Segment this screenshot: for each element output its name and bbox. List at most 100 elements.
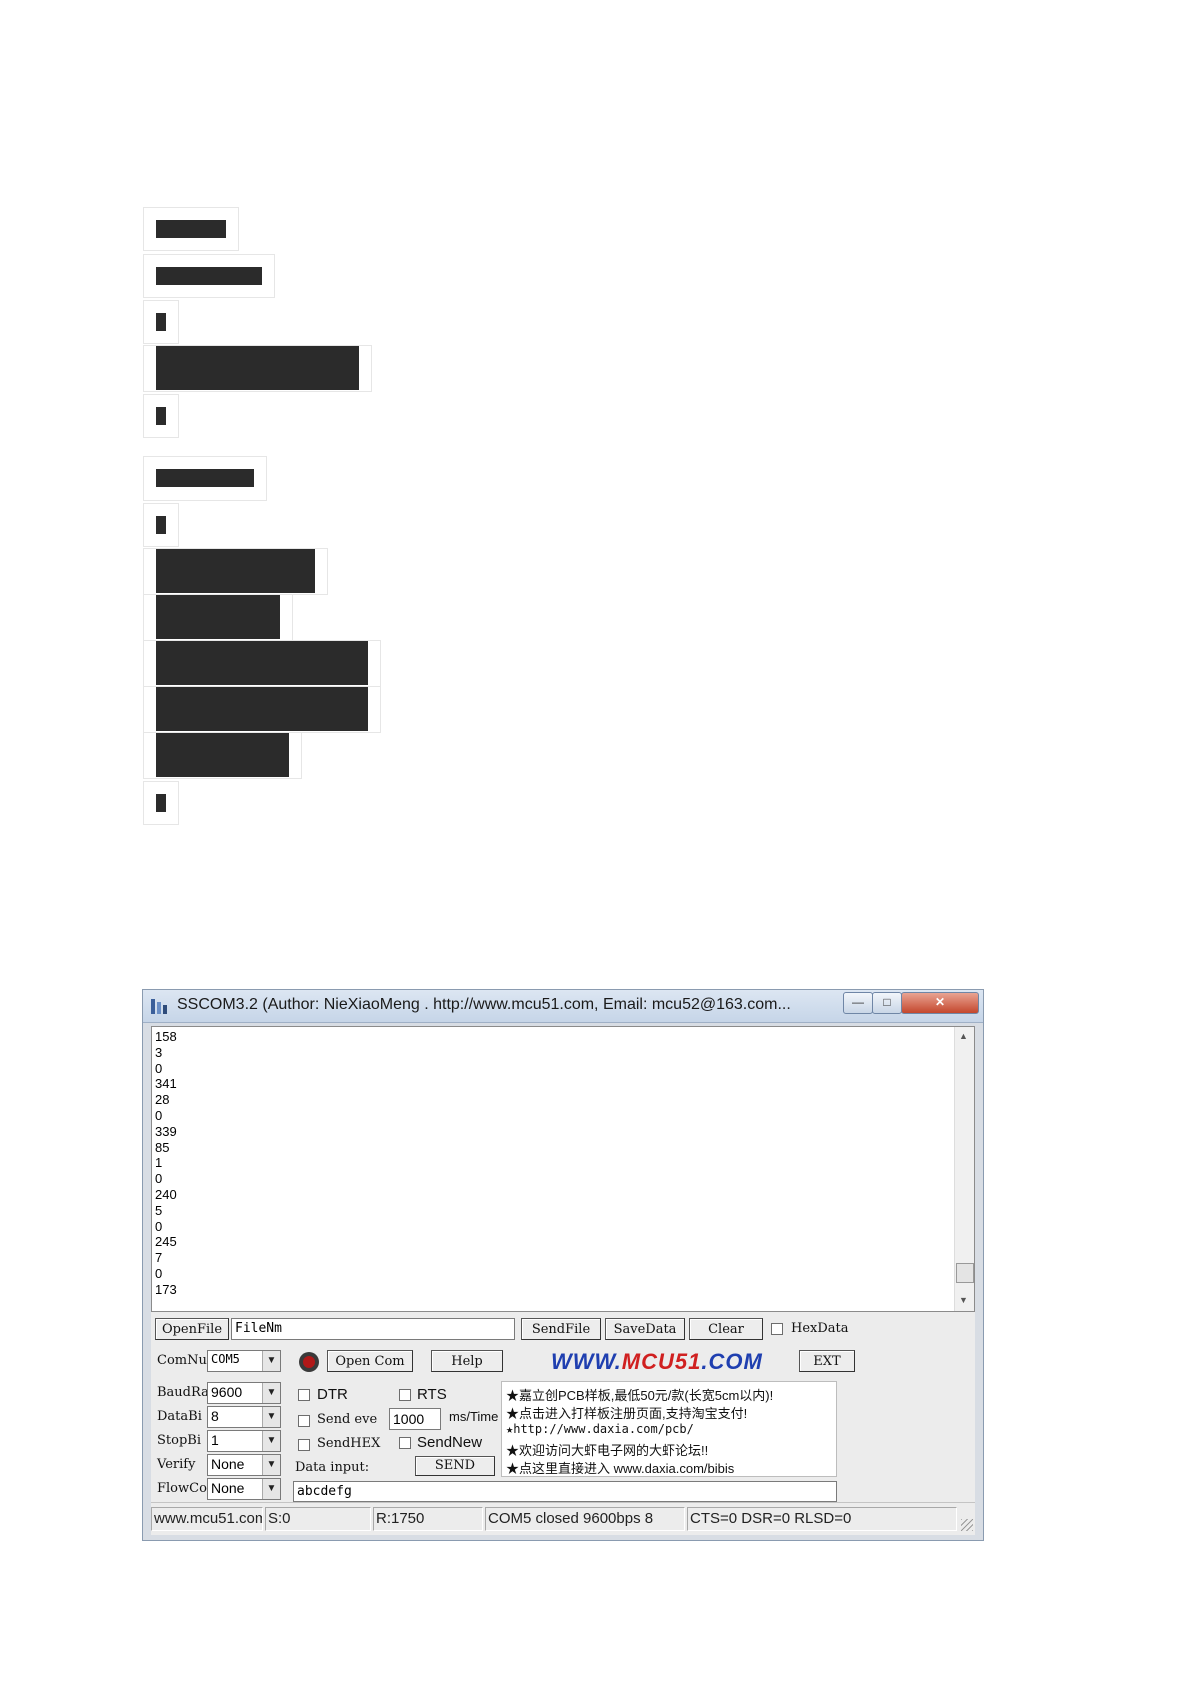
logo-prefix: WWW. — [551, 1349, 622, 1374]
chevron-down-icon[interactable]: ▼ — [262, 1479, 280, 1499]
verify-select[interactable]: None ▼ — [207, 1454, 281, 1476]
com-num-select[interactable]: COM5 ▼ — [207, 1350, 281, 1372]
redacted-line — [143, 640, 381, 687]
receive-line: 5 — [155, 1202, 163, 1218]
com-row: ComNum COM5 ▼ Open Com Help WWW.MCU51.CO… — [151, 1347, 975, 1377]
ext-button[interactable]: EXT — [799, 1350, 855, 1372]
send-every-checkbox[interactable] — [298, 1415, 310, 1427]
receive-line: 85 — [155, 1139, 170, 1155]
data-bits-label: DataBi — [157, 1409, 202, 1424]
receive-line: 0 — [155, 1218, 163, 1234]
clear-button[interactable]: Clear — [689, 1318, 763, 1340]
receive-line: 339 — [155, 1123, 177, 1139]
ad-link[interactable]: ★点这里直接进入 www.daxia.com/bibis — [506, 1458, 734, 1477]
receive-line: 1 — [155, 1155, 163, 1171]
interval-input[interactable]: 1000 — [389, 1408, 441, 1430]
com-num-value: COM5 — [211, 1352, 240, 1366]
redacted-line — [143, 781, 179, 825]
baud-rate-label: BaudRa — [157, 1385, 209, 1400]
rts-label: RTS — [417, 1386, 447, 1403]
verify-value: None — [211, 1456, 245, 1472]
chevron-down-icon[interactable]: ▼ — [262, 1431, 280, 1451]
chevron-down-icon[interactable]: ▼ — [262, 1383, 280, 1403]
send-new-label: SendNew — [417, 1434, 483, 1451]
receive-line: 0 — [155, 1171, 163, 1187]
status-port: COM5 closed 9600bps 8 — [485, 1507, 685, 1531]
open-file-button[interactable]: OpenFile — [155, 1318, 229, 1340]
sscom-window: SSCOM3.2 (Author: NieXiaoMeng . http://w… — [142, 989, 984, 1541]
flow-control-select[interactable]: None ▼ — [207, 1478, 281, 1500]
receive-line: 0 — [155, 1060, 163, 1076]
receive-line: 245 — [155, 1234, 177, 1250]
status-bar: www.mcu51.com S:0 R:1750 COM5 closed 960… — [151, 1502, 975, 1535]
redacted-line — [143, 503, 179, 547]
scroll-thumb[interactable] — [956, 1263, 974, 1283]
send-new-checkbox[interactable] — [399, 1437, 411, 1449]
redacted-line — [143, 300, 179, 344]
port-settings-group: BaudRa 9600 ▼ DataBi 8 ▼ StopBi 1 ▼ Veri… — [151, 1381, 291, 1503]
baud-rate-select[interactable]: 9600 ▼ — [207, 1382, 281, 1404]
redacted-line — [143, 345, 372, 392]
open-com-button[interactable]: Open Com — [327, 1350, 413, 1372]
data-bits-value: 8 — [211, 1408, 219, 1424]
receive-line: 28 — [155, 1092, 170, 1108]
dtr-label: DTR — [317, 1386, 348, 1403]
window-title: SSCOM3.2 (Author: NieXiaoMeng . http://w… — [177, 996, 791, 1013]
data-bits-select[interactable]: 8 ▼ — [207, 1406, 281, 1428]
receive-line: 173 — [155, 1281, 177, 1297]
file-name-input[interactable]: FileNm — [231, 1318, 515, 1340]
baud-rate-value: 9600 — [211, 1384, 243, 1400]
redacted-line — [143, 732, 302, 779]
ad-link[interactable]: ★点击进入打样板注册页面,支持淘宝支付! — [506, 1403, 747, 1422]
chevron-down-icon[interactable]: ▼ — [262, 1455, 280, 1475]
scroll-down-icon[interactable]: ▼ — [959, 1295, 968, 1305]
send-hex-checkbox[interactable] — [298, 1439, 310, 1451]
chevron-down-icon[interactable]: ▼ — [262, 1407, 280, 1427]
redacted-line — [143, 254, 275, 298]
mcu51-logo-text: WWW.MCU51.COM — [551, 1349, 763, 1374]
redacted-line — [143, 456, 267, 501]
ad-link[interactable]: ★欢迎访问大虾电子网的大虾论坛!! — [506, 1440, 708, 1459]
title-bar[interactable]: SSCOM3.2 (Author: NieXiaoMeng . http://w… — [143, 990, 983, 1023]
receive-scrollbar[interactable]: ▲ ▼ — [954, 1027, 974, 1311]
send-options-group: DTR RTS Send eve 1000 ms/Time SendHEX Se… — [291, 1381, 498, 1481]
resize-grip-icon[interactable] — [961, 1519, 973, 1531]
help-button[interactable]: Help — [431, 1350, 503, 1372]
data-input-field[interactable]: abcdefg — [293, 1481, 837, 1502]
receive-line: 341 — [155, 1076, 177, 1092]
stop-bits-select[interactable]: 1 ▼ — [207, 1430, 281, 1452]
mcu51-logo: WWW.MCU51.COM — [551, 1349, 763, 1375]
rts-checkbox[interactable] — [399, 1389, 411, 1401]
port-status-icon — [299, 1352, 319, 1372]
receive-line: 7 — [155, 1250, 163, 1266]
stop-bits-value: 1 — [211, 1432, 219, 1448]
send-file-button[interactable]: SendFile — [521, 1318, 601, 1340]
close-button[interactable]: ✕ — [901, 992, 979, 1014]
ad-link[interactable]: ★嘉立创PCB样板,最低50元/款(长宽5cm以内)! — [506, 1385, 773, 1404]
app-icon — [151, 999, 167, 1014]
hex-data-checkbox[interactable] — [771, 1323, 783, 1335]
receive-line: 0 — [155, 1265, 163, 1281]
receive-textarea[interactable]: 158 3 0 341 28 0 339 85 1 0 240 5 0 245 7 0 173 ▲ ▼ — [151, 1026, 975, 1312]
receive-line: 240 — [155, 1186, 177, 1202]
minimize-button[interactable]: — — [843, 992, 873, 1014]
logo-suffix: .COM — [701, 1349, 763, 1374]
flow-control-label: FlowCo — [157, 1481, 207, 1496]
stop-bits-label: StopBi — [157, 1433, 201, 1448]
data-input-label: Data input: — [295, 1460, 370, 1475]
chevron-down-icon[interactable]: ▼ — [262, 1351, 280, 1371]
file-row: OpenFile FileNm SendFile SaveData Clear … — [151, 1316, 975, 1344]
maximize-button[interactable]: □ — [872, 992, 902, 1014]
redacted-line — [143, 548, 328, 595]
receive-line: 0 — [155, 1107, 163, 1123]
receive-line: 3 — [155, 1044, 163, 1060]
redacted-line — [143, 394, 179, 438]
dtr-checkbox[interactable] — [298, 1389, 310, 1401]
verify-label: Verify — [157, 1457, 196, 1472]
ad-link[interactable]: ★http://www.daxia.com/pcb/ — [506, 1422, 694, 1436]
send-every-label: Send eve — [317, 1412, 378, 1427]
scroll-up-icon[interactable]: ▲ — [959, 1031, 968, 1041]
send-button[interactable]: SEND — [415, 1456, 495, 1476]
save-data-button[interactable]: SaveData — [605, 1318, 685, 1340]
client-area: 158 3 0 341 28 0 339 85 1 0 240 5 0 245 7 0 173 ▲ ▼ Open… — [151, 1026, 975, 1535]
